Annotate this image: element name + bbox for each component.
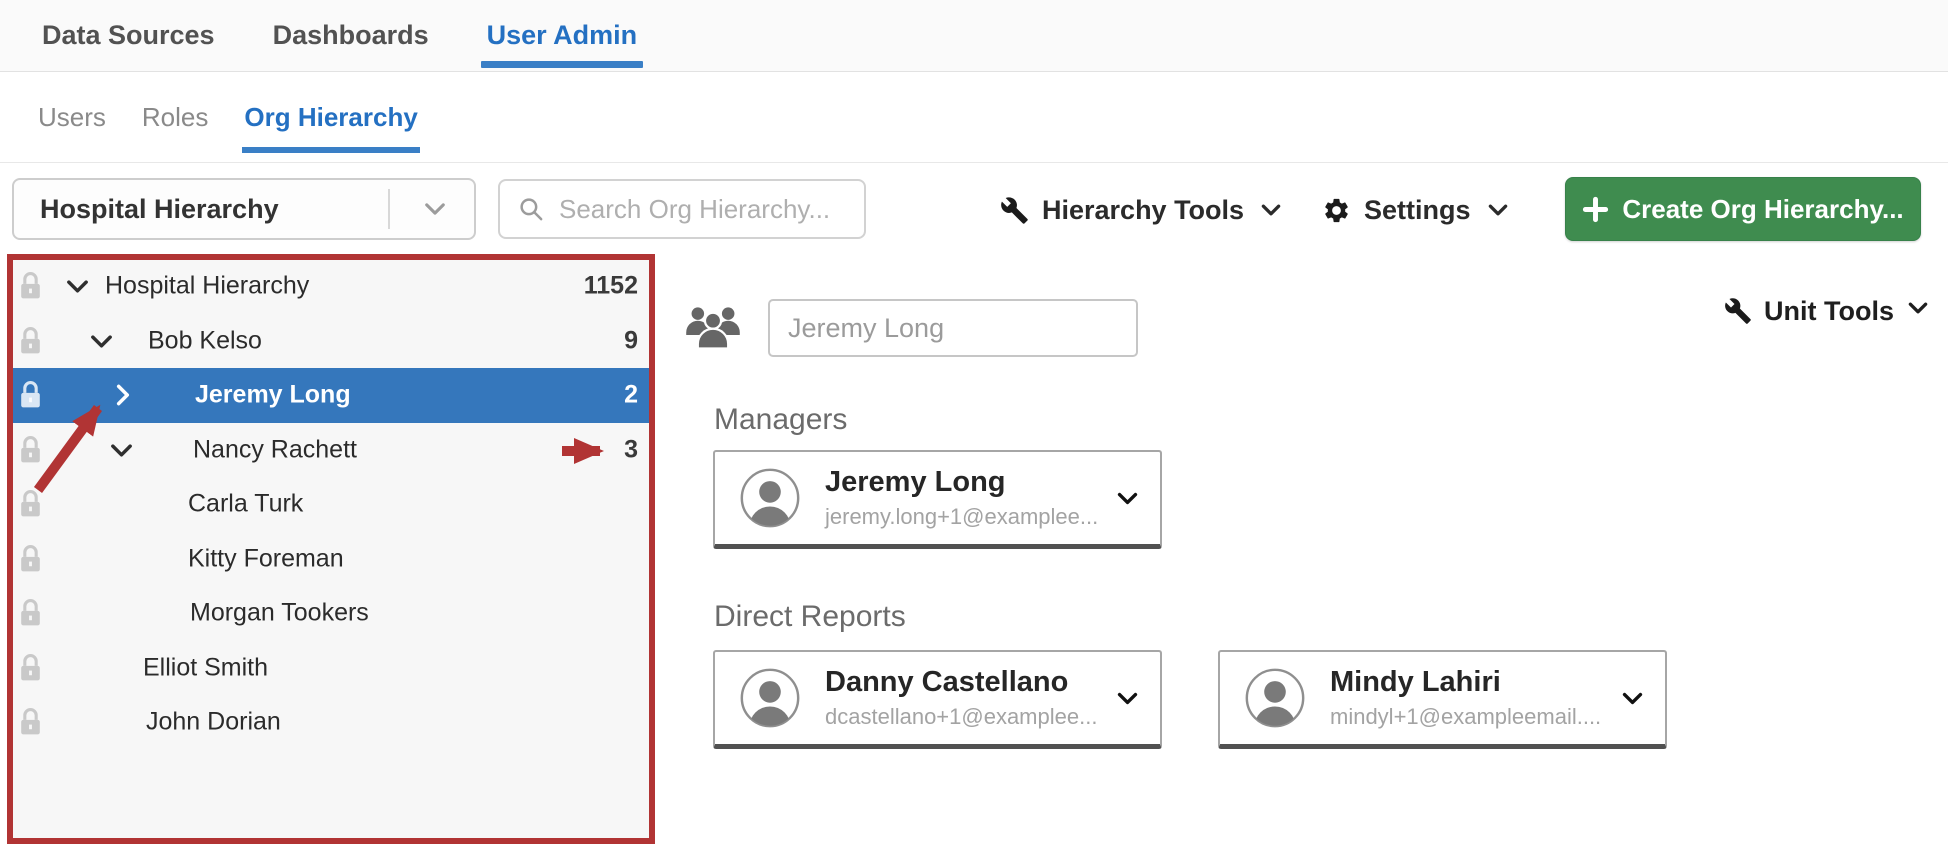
tree-node-label: Kitty Foreman [188, 544, 344, 573]
unit-name-input[interactable] [768, 299, 1138, 357]
card-texts: Mindy Lahiri mindyl+1@exampleemail.... [1330, 666, 1620, 730]
tree-node-label: Jeremy Long [195, 381, 351, 410]
lock-icon [18, 434, 43, 465]
avatar [739, 467, 801, 529]
tree-node-label: Morgan Tookers [190, 599, 369, 628]
hierarchy-tools-label: Hierarchy Tools [1042, 195, 1244, 226]
lock-icon [18, 598, 43, 629]
lock-icon [18, 489, 43, 520]
tree-node-john-dorian[interactable]: John Dorian [8, 695, 654, 750]
tree-node-hospital-hierarchy[interactable]: Hospital Hierarchy 1152 [8, 259, 654, 314]
tree-node-elliot-smith[interactable]: Elliot Smith [8, 641, 654, 696]
tree-node-label: Nancy Rachett [193, 435, 357, 464]
managers-cards: Jeremy Long jeremy.long+1@examplee... [713, 450, 1162, 549]
subnav: Users Roles Org Hierarchy [0, 73, 1948, 163]
tree-node-kitty-foreman[interactable]: Kitty Foreman [8, 532, 654, 587]
chevron-down-icon[interactable] [109, 437, 134, 462]
settings-label: Settings [1364, 195, 1471, 226]
top-nav: Data Sources Dashboards User Admin [0, 0, 1948, 72]
tree-node-count: 2 [624, 381, 638, 410]
top-tab-user-admin[interactable]: User Admin [487, 0, 638, 71]
subnav-tab-org-hierarchy[interactable]: Org Hierarchy [242, 96, 419, 139]
subnav-tab-users[interactable]: Users [36, 96, 108, 139]
chevron-down-icon[interactable] [1620, 686, 1645, 711]
search-icon [518, 196, 545, 223]
top-tab-data-sources[interactable]: Data Sources [42, 0, 215, 71]
chevron-down-icon [1486, 198, 1510, 222]
gear-icon [1322, 196, 1351, 225]
chevron-down-icon[interactable] [422, 196, 448, 222]
direct-reports-cards: Danny Castellano dcastellano+1@examplee..… [713, 650, 1667, 749]
top-nav-tabs: Data Sources Dashboards User Admin [42, 0, 695, 71]
tree-node-label: John Dorian [146, 708, 281, 737]
chevron-down-icon [1906, 296, 1930, 327]
tree-node-count: 9 [624, 326, 638, 355]
settings-menu[interactable]: Settings [1322, 164, 1510, 256]
chevron-right-icon[interactable] [110, 383, 135, 408]
user-email: jeremy.long+1@examplee... [825, 504, 1115, 530]
chevron-down-icon[interactable] [65, 274, 90, 299]
chevron-down-icon[interactable] [89, 328, 114, 353]
lock-icon [18, 380, 43, 411]
card-texts: Jeremy Long jeremy.long+1@examplee... [825, 466, 1115, 530]
wrench-icon [1724, 297, 1752, 325]
user-name: Jeremy Long [825, 466, 1115, 499]
org-unit-icon [684, 302, 742, 352]
tree-node-label: Elliot Smith [143, 653, 268, 682]
user-name: Danny Castellano [825, 666, 1115, 699]
chevron-down-icon [1259, 198, 1283, 222]
unit-tools-label: Unit Tools [1764, 296, 1894, 327]
plus-icon [1582, 196, 1609, 223]
lock-icon [18, 707, 43, 738]
search-input[interactable] [557, 193, 861, 226]
avatar [739, 667, 801, 729]
user-name: Mindy Lahiri [1330, 666, 1620, 699]
org-tree: Hospital Hierarchy 1152 Bob Kelso 9 Jeremy L… [8, 259, 654, 750]
user-card-mindy-lahiri[interactable]: Mindy Lahiri mindyl+1@exampleemail.... [1218, 650, 1667, 749]
tree-node-count: 1152 [584, 272, 638, 301]
chevron-down-icon[interactable] [1115, 686, 1140, 711]
tree-node-morgan-tookers[interactable]: Morgan Tookers [8, 586, 654, 641]
tree-node-bob-kelso[interactable]: Bob Kelso 9 [8, 314, 654, 369]
avatar [1244, 667, 1306, 729]
top-tab-dashboards[interactable]: Dashboards [273, 0, 429, 71]
user-card-danny-castellano[interactable]: Danny Castellano dcastellano+1@examplee..… [713, 650, 1162, 749]
subnav-tabs: Users Roles Org Hierarchy [36, 96, 452, 139]
tree-node-count: 3 [624, 435, 638, 464]
org-tree-panel: Hospital Hierarchy 1152 Bob Kelso 9 Jeremy L… [8, 255, 654, 843]
tree-node-nancy-rachett[interactable]: Nancy Rachett 3 [8, 423, 654, 478]
tree-node-carla-turk[interactable]: Carla Turk [8, 477, 654, 532]
toolbar: Hospital Hierarchy Hierarchy Tools [0, 164, 1948, 256]
user-email: dcastellano+1@examplee... [825, 704, 1115, 730]
hierarchy-tools-menu[interactable]: Hierarchy Tools [1000, 164, 1283, 256]
lock-icon [18, 271, 43, 302]
card-texts: Danny Castellano dcastellano+1@examplee..… [825, 666, 1115, 730]
tree-node-jeremy-long[interactable]: Jeremy Long 2 [8, 368, 654, 423]
hierarchy-select[interactable]: Hospital Hierarchy [12, 178, 476, 240]
user-email: mindyl+1@exampleemail.... [1330, 704, 1620, 730]
chevron-down-icon[interactable] [1115, 486, 1140, 511]
tree-node-label: Hospital Hierarchy [105, 272, 309, 301]
app-window: Data Sources Dashboards User Admin Users Ro… [0, 0, 1948, 846]
create-org-hierarchy-label: Create Org Hierarchy... [1622, 194, 1903, 225]
user-card-jeremy-long[interactable]: Jeremy Long jeremy.long+1@examplee... [713, 450, 1162, 549]
select-divider [388, 189, 390, 229]
unit-tools-menu[interactable]: Unit Tools [1724, 285, 1930, 337]
create-org-hierarchy-button[interactable]: Create Org Hierarchy... [1565, 177, 1921, 241]
lock-icon [18, 652, 43, 683]
managers-heading: Managers [714, 403, 847, 437]
lock-icon [18, 543, 43, 574]
subnav-tab-roles[interactable]: Roles [140, 96, 210, 139]
tree-node-label: Bob Kelso [148, 326, 262, 355]
org-hierarchy-search [498, 179, 866, 239]
tree-node-label: Carla Turk [188, 490, 303, 519]
hierarchy-select-value: Hospital Hierarchy [40, 194, 279, 225]
direct-reports-heading: Direct Reports [714, 600, 906, 634]
lock-icon [18, 325, 43, 356]
wrench-icon [1000, 196, 1029, 225]
